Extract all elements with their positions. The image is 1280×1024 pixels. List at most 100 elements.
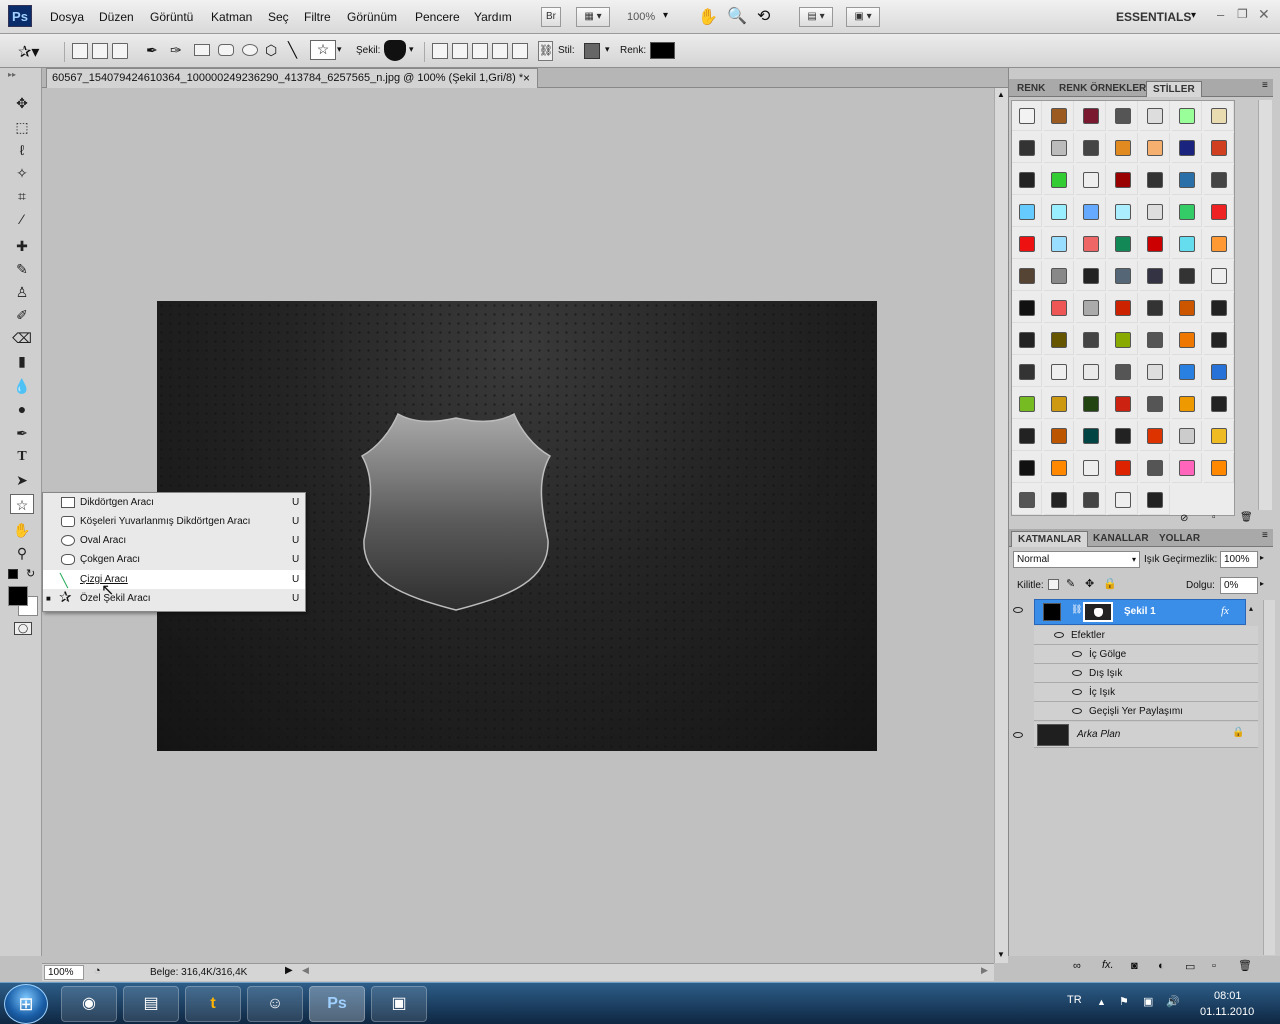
- style-swatch[interactable]: [1044, 325, 1074, 355]
- lock-all-icon[interactable]: 🔒: [1103, 577, 1117, 590]
- link-layers-icon[interactable]: ∞: [1073, 960, 1081, 972]
- capture-app-icon[interactable]: ▣: [371, 986, 427, 1022]
- visibility-eye-icon[interactable]: [1013, 604, 1023, 616]
- start-button[interactable]: ⊞: [4, 984, 48, 1024]
- tab-katmanlar[interactable]: KATMANLAR: [1011, 531, 1089, 547]
- delete-style-icon[interactable]: 🗑: [1240, 512, 1253, 523]
- style-swatch[interactable]: [1076, 293, 1106, 323]
- restore-icon[interactable]: ❐: [1237, 7, 1248, 21]
- style-swatch[interactable]: [1108, 101, 1138, 131]
- style-swatch[interactable]: [1044, 453, 1074, 483]
- style-swatch[interactable]: [1172, 101, 1202, 131]
- style-swatch[interactable]: [1012, 133, 1042, 163]
- flyout-item-rounded-rectangle[interactable]: Köşeleri Yuvarlanmış Dikdörtgen Aracı U: [43, 512, 305, 531]
- style-swatch[interactable]: [1172, 357, 1202, 387]
- menu-sec[interactable]: Seç: [268, 10, 289, 24]
- style-swatch[interactable]: [1140, 197, 1170, 227]
- style-swatch[interactable]: [1108, 421, 1138, 451]
- style-swatch[interactable]: [1012, 485, 1042, 515]
- document-tab[interactable]: 60567_154079424610364_100000249236290_41…: [46, 68, 538, 88]
- rectangle-shape-icon[interactable]: [194, 44, 210, 56]
- action-center-icon[interactable]: ⚑: [1119, 995, 1129, 1008]
- style-swatch[interactable]: [1076, 357, 1106, 387]
- layer-name-background[interactable]: Arka Plan: [1077, 729, 1120, 740]
- volume-icon[interactable]: 🔊: [1166, 995, 1180, 1008]
- style-swatch[interactable]: [1140, 453, 1170, 483]
- style-swatch[interactable]: [1204, 261, 1234, 291]
- style-swatch[interactable]: [1204, 389, 1234, 419]
- style-swatch[interactable]: [1204, 293, 1234, 323]
- language-indicator[interactable]: TR: [1067, 994, 1082, 1006]
- effect-eye-icon[interactable]: [1072, 664, 1082, 683]
- dodge-tool-icon[interactable]: ●: [10, 399, 34, 419]
- tab-renk[interactable]: RENK: [1011, 81, 1051, 97]
- style-swatch[interactable]: [1044, 389, 1074, 419]
- type-tool-icon[interactable]: T: [10, 447, 34, 467]
- polygon-icon[interactable]: ⬡: [265, 42, 277, 59]
- vertical-scrollbar[interactable]: ▲ ▼: [994, 88, 1008, 963]
- effect-eye-icon[interactable]: [1072, 702, 1082, 721]
- style-swatch[interactable]: [1172, 389, 1202, 419]
- style-swatch[interactable]: [1076, 453, 1106, 483]
- minimize-icon[interactable]: –: [1217, 7, 1224, 22]
- history-brush-icon[interactable]: ✐: [10, 305, 34, 325]
- hscroll-left-icon[interactable]: ◀: [302, 965, 309, 976]
- style-swatch[interactable]: [1076, 325, 1106, 355]
- menu-duzen[interactable]: Düzen: [99, 10, 134, 24]
- adjustment-layer-icon[interactable]: ◐: [1158, 960, 1165, 972]
- hscroll-right-icon[interactable]: ▶: [981, 965, 988, 976]
- style-swatch[interactable]: [1140, 133, 1170, 163]
- style-swatch[interactable]: [1076, 133, 1106, 163]
- tab-stiller[interactable]: STİLLER: [1146, 81, 1202, 97]
- style-swatch[interactable]: [1044, 357, 1074, 387]
- shape-layers-icon[interactable]: [72, 43, 88, 59]
- quick-mask-icon[interactable]: ◯: [14, 622, 32, 635]
- style-swatch[interactable]: [1076, 165, 1106, 195]
- style-swatch[interactable]: [1140, 421, 1170, 451]
- collapse-effects-icon[interactable]: ▴: [1249, 604, 1253, 613]
- style-swatch[interactable]: [1172, 325, 1202, 355]
- new-group-icon[interactable]: ▭: [1185, 960, 1195, 973]
- style-swatch[interactable]: [1108, 325, 1138, 355]
- style-swatch[interactable]: [1076, 229, 1106, 259]
- menu-filtre[interactable]: Filtre: [304, 10, 331, 24]
- marquee-tool-icon[interactable]: ⬚: [10, 117, 34, 137]
- style-swatch[interactable]: [1012, 453, 1042, 483]
- firefox-icon[interactable]: ◉: [61, 986, 117, 1022]
- style-swatch[interactable]: [1044, 261, 1074, 291]
- style-swatch[interactable]: [1012, 261, 1042, 291]
- ellipse-icon[interactable]: [242, 44, 258, 56]
- menu-pencere[interactable]: Pencere: [415, 10, 460, 24]
- style-swatch[interactable]: [1044, 101, 1074, 131]
- combine-shape-icon[interactable]: [432, 43, 448, 59]
- styles-panel-menu-icon[interactable]: ≡: [1262, 80, 1268, 91]
- style-swatch[interactable]: [1044, 293, 1074, 323]
- style-swatch[interactable]: [1140, 485, 1170, 515]
- tab-kanallar[interactable]: KANALLAR: [1087, 531, 1155, 547]
- bridge-button[interactable]: Br: [541, 7, 561, 27]
- style-swatch[interactable]: [1204, 357, 1234, 387]
- style-swatch[interactable]: [1204, 229, 1234, 259]
- effect-eye-icon[interactable]: [1072, 645, 1082, 664]
- status-menu-icon[interactable]: ◔: [94, 965, 101, 977]
- blend-mode-select[interactable]: Normal ▾: [1013, 551, 1140, 568]
- style-picker[interactable]: [584, 43, 600, 59]
- line-icon[interactable]: ╲: [288, 41, 297, 59]
- eraser-icon[interactable]: ⌫: [10, 328, 34, 348]
- paths-icon[interactable]: [92, 43, 108, 59]
- style-swatch[interactable]: [1140, 389, 1170, 419]
- delete-layer-icon[interactable]: 🗑: [1238, 959, 1252, 972]
- style-swatch[interactable]: [1044, 133, 1074, 163]
- fill-pixels-icon[interactable]: [112, 43, 128, 59]
- tab-yollar[interactable]: YOLLAR: [1153, 531, 1206, 547]
- healing-brush-icon[interactable]: ✚: [10, 236, 34, 256]
- workspace-dropdown-icon[interactable]: ▾: [1191, 10, 1196, 21]
- hand-tool-icon[interactable]: ✋: [698, 7, 718, 27]
- crop-tool-icon[interactable]: ⌗: [10, 186, 34, 206]
- layers-panel-menu-icon[interactable]: ≡: [1262, 530, 1268, 541]
- status-zoom[interactable]: 100%: [44, 965, 84, 980]
- shape-picker-dropdown-icon[interactable]: ▾: [409, 44, 414, 55]
- link-icon[interactable]: ⛓: [538, 41, 553, 61]
- add-mask-icon[interactable]: ◙: [1131, 960, 1138, 972]
- style-swatch[interactable]: [1140, 293, 1170, 323]
